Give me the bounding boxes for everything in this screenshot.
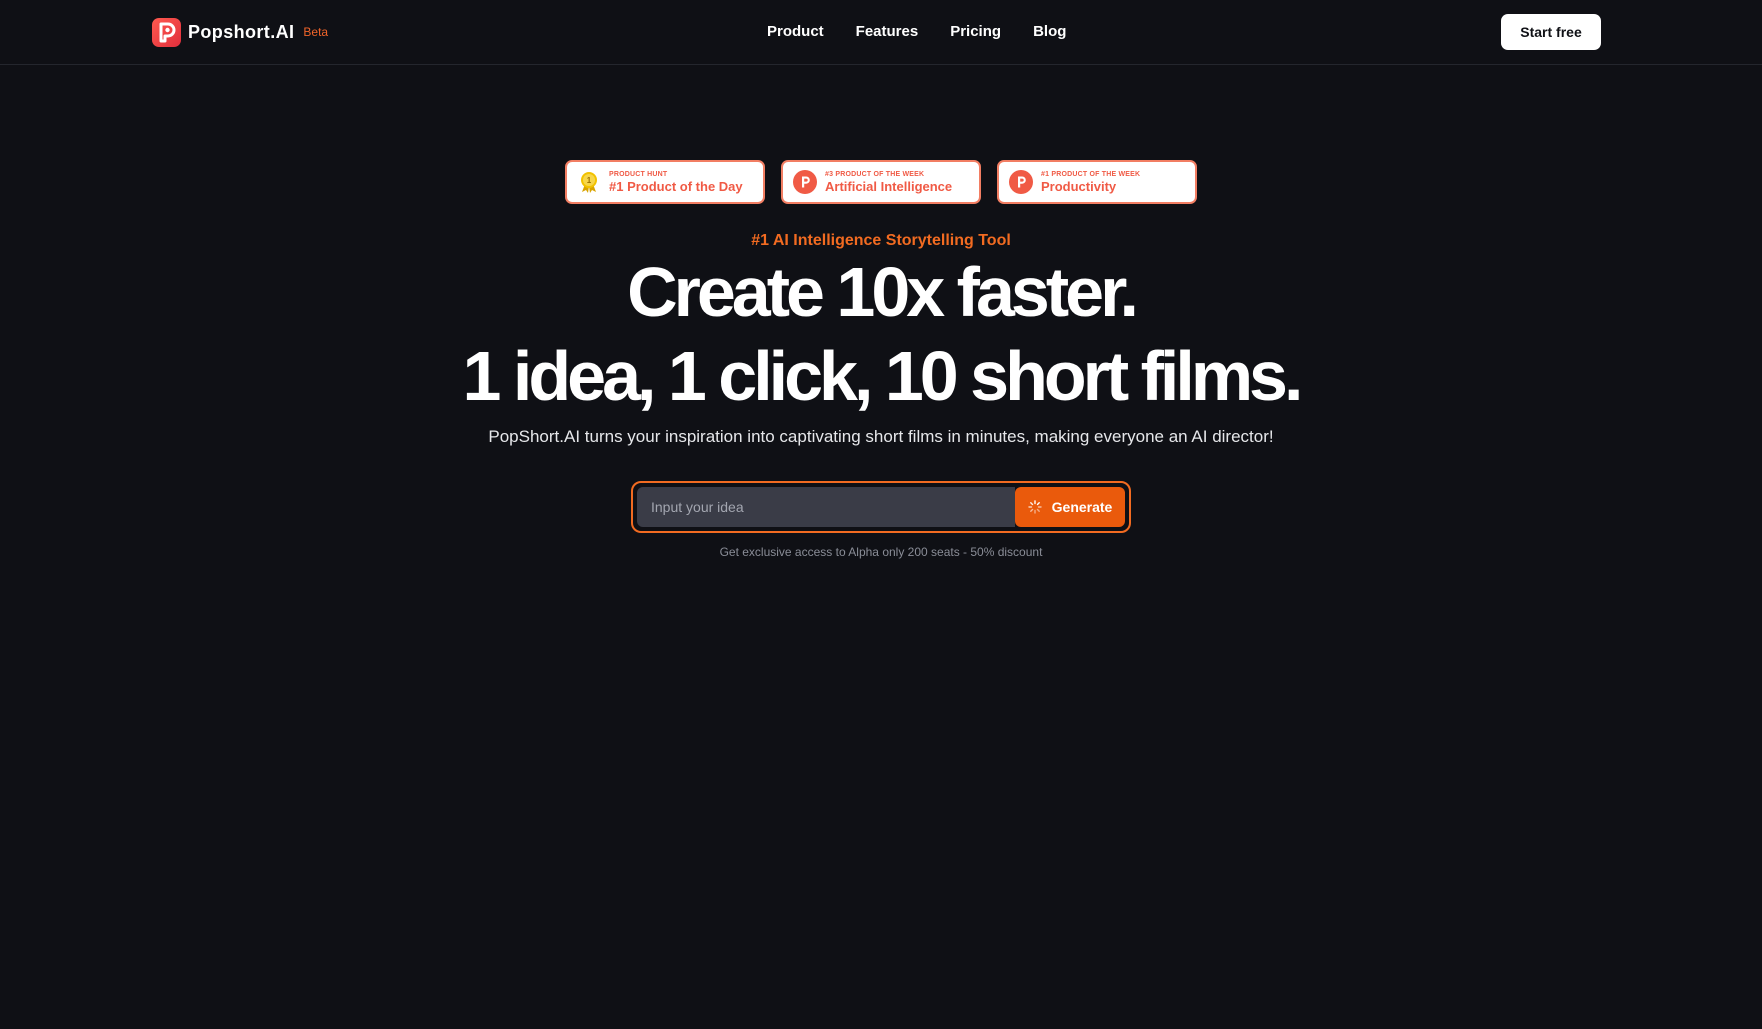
idea-form: Generate: [631, 481, 1131, 533]
svg-text:1: 1: [587, 176, 592, 185]
alpha-access-note: Get exclusive access to Alpha only 200 s…: [719, 545, 1043, 559]
badge-kicker: PRODUCT HUNT: [609, 170, 668, 178]
badge-product-of-the-day[interactable]: 1 PRODUCT HUNT #1 Product of the Day: [565, 160, 765, 204]
badge-kicker: #3 PRODUCT OF THE WEEK: [825, 170, 925, 178]
badge-productivity-product-of-the-week[interactable]: #1 PRODUCT OF THE WEEK Productivity: [997, 160, 1197, 204]
generate-button-label: Generate: [1051, 499, 1113, 515]
hero-headline-line2: 1 idea, 1 click, 10 short films.: [462, 337, 1304, 415]
beta-tag: Beta: [303, 25, 329, 39]
sparkle-loader-icon: [1027, 500, 1042, 514]
brand-name: Popshort.AI: [188, 21, 295, 42]
hero-tagline: #1 AI Intelligence Storytelling Tool: [751, 232, 1011, 249]
main-nav: Product Features Pricing Blog: [767, 22, 1066, 42]
medal-icon: 1: [581, 172, 597, 193]
idea-input[interactable]: [637, 487, 1015, 527]
popshort-logo-icon: [152, 17, 181, 47]
brand[interactable]: Popshort.AI Beta: [152, 17, 328, 47]
nav-blog[interactable]: Blog: [1033, 22, 1066, 42]
award-badges: 1 PRODUCT HUNT #1 Product of the Day #3 …: [565, 160, 1197, 204]
landing-page: Popshort.AI Beta Product Features Pricin…: [0, 0, 1762, 1029]
hero-subtitle: PopShort.AI turns your inspiration into …: [488, 427, 1274, 446]
nav-product[interactable]: Product: [767, 22, 824, 42]
top-navbar: Popshort.AI Beta Product Features Pricin…: [0, 0, 1762, 65]
nav-pricing[interactable]: Pricing: [950, 22, 1001, 42]
badge-title: Productivity: [1041, 178, 1117, 194]
nav-features[interactable]: Features: [856, 22, 919, 42]
badge-ai-product-of-the-week[interactable]: #3 PRODUCT OF THE WEEK Artificial Intell…: [781, 160, 981, 204]
producthunt-icon: [1009, 170, 1033, 194]
producthunt-icon: [793, 170, 817, 194]
generate-button[interactable]: Generate: [1015, 487, 1125, 527]
hero-headline-line1: Create 10x faster.: [627, 253, 1139, 331]
start-free-button[interactable]: Start free: [1501, 14, 1601, 50]
badge-kicker: #1 PRODUCT OF THE WEEK: [1041, 170, 1141, 178]
badge-title: Artificial Intelligence: [825, 178, 953, 194]
badge-title: #1 Product of the Day: [609, 178, 743, 194]
